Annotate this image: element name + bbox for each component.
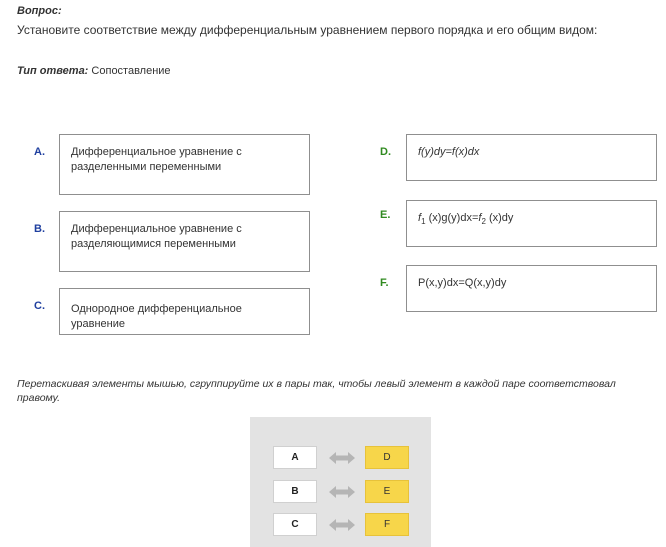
pair-left-chip-c[interactable]: C xyxy=(273,513,317,536)
right-item-f[interactable]: P(x,y)dx=Q(x,y)dy xyxy=(406,265,657,312)
double-arrow-icon xyxy=(329,519,355,531)
pair-left-chip-a[interactable]: A xyxy=(273,446,317,469)
question-text: Установите соответствие между дифференци… xyxy=(17,23,598,37)
pair-right-chip-f[interactable]: F xyxy=(365,513,409,536)
letter-d: D. xyxy=(380,146,391,158)
pair-right-chip-e[interactable]: E xyxy=(365,480,409,503)
double-arrow-icon xyxy=(329,486,355,498)
pair-left-chip-b[interactable]: B xyxy=(273,480,317,503)
answer-type-row: Тип ответа: Сопоставление xyxy=(17,65,171,77)
letter-f: F. xyxy=(380,277,389,289)
letter-c: C. xyxy=(34,300,45,312)
answer-type-value: Сопоставление xyxy=(91,65,171,77)
formula-e: f1 (x)g(y)dx=f2 (x)dy xyxy=(418,212,514,227)
double-arrow-icon xyxy=(329,452,355,464)
letter-a: A. xyxy=(34,146,45,158)
right-item-d[interactable]: f(y)dy=f(x)dx xyxy=(406,134,657,181)
letter-b: B. xyxy=(34,223,45,235)
left-item-a[interactable]: Дифференциальное уравнение с разделенным… xyxy=(59,134,310,195)
letter-e: E. xyxy=(380,209,391,221)
instruction-text: Перетаскивая элементы мышью, сгруппируйт… xyxy=(17,378,616,404)
left-item-b[interactable]: Дифференциальное уравнение с разделяющим… xyxy=(59,211,310,272)
pair-right-chip-d[interactable]: D xyxy=(365,446,409,469)
formula-f: P(x,y)dx=Q(x,y)dy xyxy=(418,277,507,289)
pairing-panel: A D B E C F xyxy=(250,417,431,547)
right-item-e[interactable]: f1 (x)g(y)dx=f2 (x)dy xyxy=(406,200,657,247)
question-label: Вопрос: xyxy=(17,5,62,17)
left-item-c[interactable]: Однородное дифференциальное уравнение xyxy=(59,288,310,335)
answer-type-label: Тип ответа: xyxy=(17,65,89,77)
formula-d: f(y)dy=f(x)dx xyxy=(418,146,480,158)
